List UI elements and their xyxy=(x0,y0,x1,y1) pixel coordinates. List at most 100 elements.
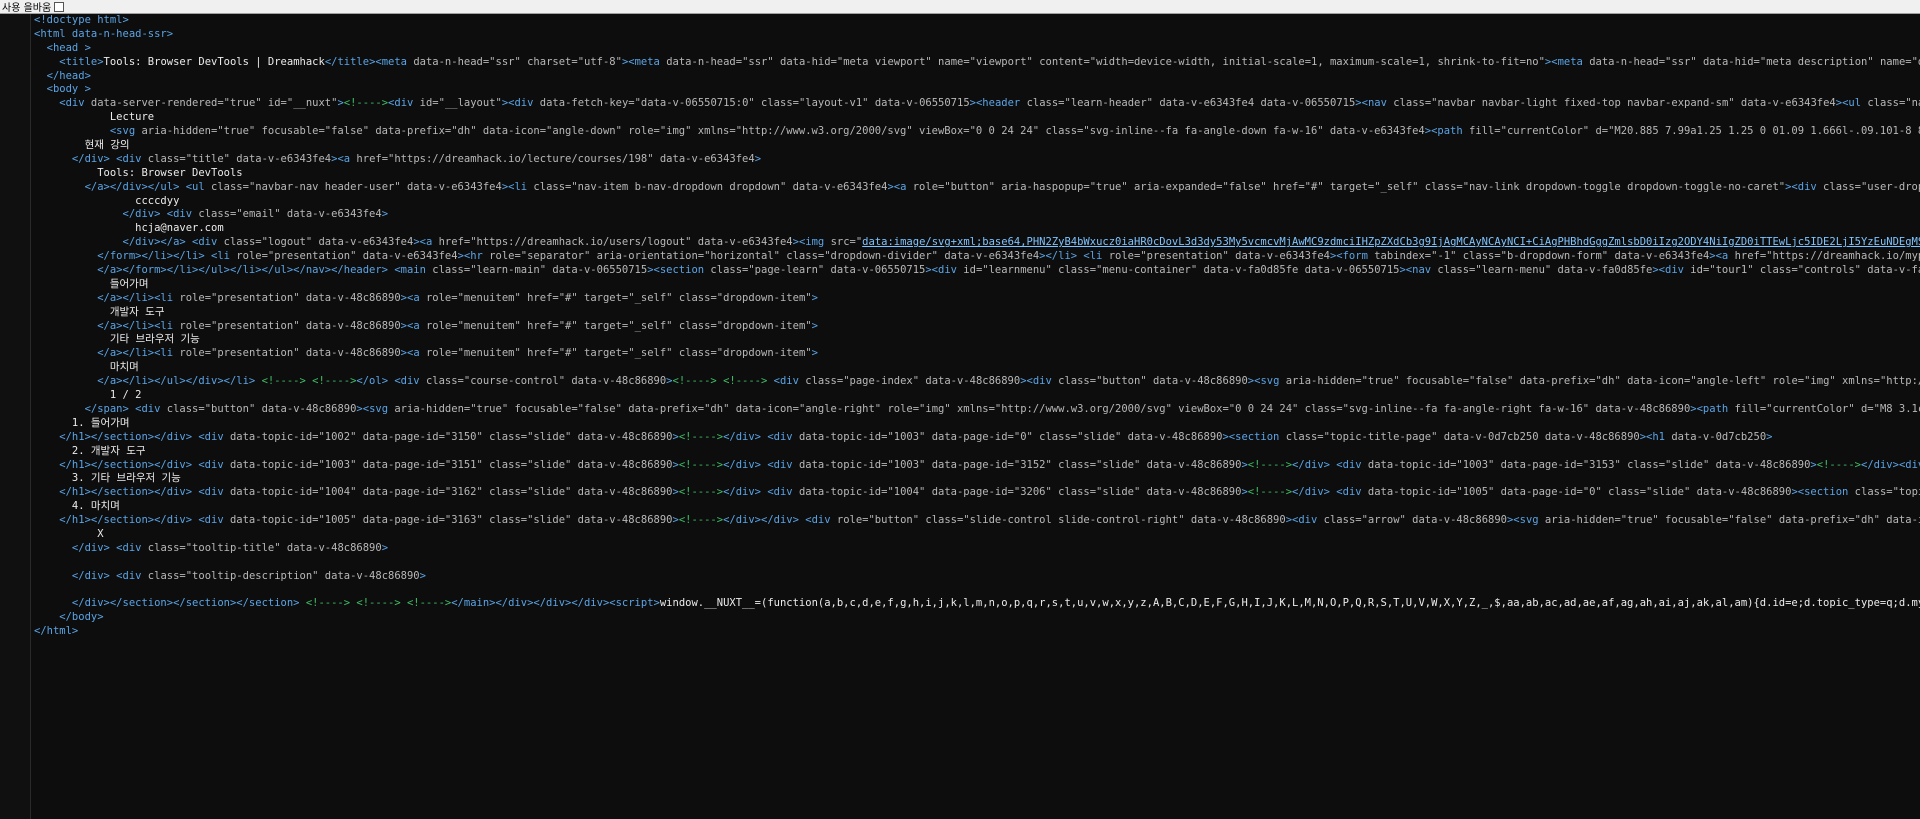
code-token-link[interactable]: data:image/svg+xml;base64,PHN2ZyB4bWxucz… xyxy=(862,236,1920,248)
code-token-tag: ><a xyxy=(400,319,426,332)
code-line[interactable]: 19 </a></form></li></ul></li></ul></nav>… xyxy=(34,264,1920,278)
code-token-text: X xyxy=(34,527,104,540)
code-token-attr: id="tour1" class="controls" data-v-fa0d8… xyxy=(1690,264,1920,277)
code-line[interactable]: 39 </div> <div class="tooltip-title" dat… xyxy=(34,542,1920,556)
code-text: <!doctype html> xyxy=(34,14,1920,28)
code-line[interactable]: 43 </div></section></section></section> … xyxy=(34,597,1920,611)
code-line[interactable]: 4 <title>Tools: Browser DevTools | Dream… xyxy=(34,56,1920,70)
code-line[interactable]: 40 xyxy=(34,556,1920,570)
code-token-com: <!----> xyxy=(1816,458,1862,471)
code-line[interactable]: 3 <head > xyxy=(34,42,1920,56)
code-line[interactable]: 26 마치며 xyxy=(34,361,1920,375)
code-line[interactable]: 45</html> xyxy=(34,625,1920,639)
code-line[interactable]: 23 </a></li><li role="presentation" data… xyxy=(34,320,1920,334)
code-token-text: 마치며 xyxy=(34,361,139,374)
code-token-tag: > xyxy=(811,319,818,332)
code-text: <title>Tools: Browser DevTools | Dreamha… xyxy=(34,56,1920,70)
code-line[interactable]: 10 현재 강의 xyxy=(34,139,1920,153)
code-line[interactable]: 34 3. 기타 브라우저 기능 xyxy=(34,472,1920,486)
code-token-attr: tabindex="-1" class="b-dropdown-form" da… xyxy=(1374,250,1710,263)
code-token-attr: role="presentation" data-v-e6343fe4 xyxy=(1108,250,1330,263)
code-line[interactable]: 22 개발자 도구 xyxy=(34,306,1920,320)
code-token-text: hcja@naver.com xyxy=(34,222,224,235)
code-line[interactable]: 11 </div> <div class="title" data-v-e634… xyxy=(34,153,1920,167)
code-line[interactable]: 24 기타 브라우저 기능 xyxy=(34,333,1920,347)
code-line[interactable]: 20 들어가며 xyxy=(34,278,1920,292)
code-line[interactable]: 17 </div></a> <div class="logout" data-v… xyxy=(34,236,1920,250)
code-line[interactable]: 27 </a></li></ul></div></li> <!----> <!-… xyxy=(34,375,1920,389)
code-line[interactable]: 6 <body > xyxy=(34,83,1920,97)
code-token-text: 기타 브라우저 기능 xyxy=(34,333,200,346)
code-token-com: <!----> xyxy=(343,97,389,110)
code-line[interactable]: 32 2. 개발자 도구 xyxy=(34,445,1920,459)
code-token-tag: ></li> <li xyxy=(1039,250,1109,263)
toolbar-label: 사용 을바움 xyxy=(2,3,52,14)
code-token-text: 개발자 도구 xyxy=(34,305,165,318)
code-line[interactable]: 35 </h1></section></div> <div data-topic… xyxy=(34,486,1920,500)
code-line[interactable]: 16 hcja@naver.com xyxy=(34,222,1920,236)
code-token-tag: </a></li><li xyxy=(34,319,180,332)
code-line[interactable]: 14 ccccdyy xyxy=(34,195,1920,209)
code-text: <head > xyxy=(34,42,1920,56)
code-token-attr: href="https://dreamhack.io/mypage/classr… xyxy=(1734,250,1920,263)
code-token-attr: role="separator" aria-orientation="horiz… xyxy=(489,250,1040,263)
code-line[interactable]: 30 1. 들어가며 xyxy=(34,417,1920,431)
code-token-attr: id="learnmenu" class="menu-container" da… xyxy=(963,264,1400,277)
code-token-tag: </h1></section></div> <div xyxy=(34,430,230,443)
code-line[interactable]: 13 </a></div></ul> <ul class="navbar-nav… xyxy=(34,181,1920,195)
code-token-attr: class="learn-menu" data-v-fa0d85fe xyxy=(1437,264,1653,277)
code-text: hcja@naver.com xyxy=(34,222,1920,236)
code-line[interactable]: 38 X xyxy=(34,528,1920,542)
code-line[interactable]: 18 </form></li></li> <li role="presentat… xyxy=(34,250,1920,264)
code-token-tag: <title> xyxy=(34,55,104,68)
code-line[interactable]: 15 </div> <div class="email" data-v-e634… xyxy=(34,208,1920,222)
code-text: Lecture xyxy=(34,111,1920,125)
code-token-attr: class="tooltip-description" data-v-48c86… xyxy=(147,569,420,582)
code-line[interactable]: 25 </a></li><li role="presentation" data… xyxy=(34,347,1920,361)
code-line[interactable]: 7 <div data-server-rendered="true" id="_… xyxy=(34,97,1920,111)
code-token-text: Lecture xyxy=(34,111,155,124)
code-line[interactable]: 5 </head> xyxy=(34,70,1920,84)
code-line[interactable]: 8 Lecture xyxy=(34,111,1920,125)
code-line[interactable]: 21 </a></li><li role="presentation" data… xyxy=(34,292,1920,306)
code-token-text: 1 / 2 xyxy=(34,389,142,402)
code-token-attr: role="button" class="slide-control slide… xyxy=(836,514,1286,527)
code-token-attr: aria-hidden="true" focusable="false" dat… xyxy=(141,125,1425,138)
code-text: </a></li><li role="presentation" data-v-… xyxy=(34,292,1920,306)
code-line[interactable]: 33 </h1></section></div> <div data-topic… xyxy=(34,459,1920,473)
code-line[interactable]: 41 </div> <div class="tooltip-descriptio… xyxy=(34,570,1920,584)
code-line[interactable]: 28 1 / 2 xyxy=(34,389,1920,403)
code-line[interactable]: 1<!doctype html> xyxy=(34,14,1920,28)
code-token-tag: </ol> <div xyxy=(356,375,426,388)
code-token-tag: ><a xyxy=(413,236,439,249)
code-token-tag: > xyxy=(811,347,818,360)
code-text: <div data-server-rendered="true" id="__n… xyxy=(34,97,1920,111)
code-line[interactable]: 36 4. 마치며 xyxy=(34,500,1920,514)
code-token-tag: ><path xyxy=(1424,125,1470,138)
code-area[interactable]: 1<!doctype html>2<html data-n-head-ssr>3… xyxy=(34,14,1920,819)
code-token-tag: ><div xyxy=(1285,514,1324,527)
code-token-tag: ><nav xyxy=(1355,97,1394,110)
code-token-tag: > xyxy=(1766,430,1773,443)
code-text: Tools: Browser DevTools xyxy=(34,167,1920,181)
code-line[interactable]: 9 <svg aria-hidden="true" focusable="fal… xyxy=(34,125,1920,139)
code-line[interactable]: 42 xyxy=(34,584,1920,598)
code-editor[interactable]: 1<!doctype html>2<html data-n-head-ssr>3… xyxy=(0,14,1920,819)
code-line[interactable]: 46 xyxy=(34,639,1920,653)
code-token-tag: ><section xyxy=(647,264,711,277)
code-token-tag: </div></div> <div xyxy=(723,514,837,527)
code-line[interactable]: 12 Tools: Browser DevTools xyxy=(34,167,1920,181)
code-token-tag: ><nav xyxy=(1399,264,1438,277)
code-line[interactable]: 29 </span> <div class="button" data-v-48… xyxy=(34,403,1920,417)
code-line[interactable]: 44 </body> xyxy=(34,611,1920,625)
code-token-tag: </h1></section></div> <div xyxy=(34,514,230,527)
code-text: <body > xyxy=(34,83,1920,97)
code-token-attr: data-v-0d7cb250 xyxy=(1671,430,1767,443)
code-line[interactable]: 31 </h1></section></div> <div data-topic… xyxy=(34,431,1920,445)
code-token-tag: </title><meta xyxy=(324,55,414,68)
code-token-tag: ><img xyxy=(792,236,831,249)
toolbar-checkbox[interactable] xyxy=(54,1,65,12)
code-line[interactable]: 2<html data-n-head-ssr> xyxy=(34,28,1920,42)
code-line[interactable]: 37 </h1></section></div> <div data-topic… xyxy=(34,514,1920,528)
code-token-attr: fill="currentColor" d="M20.885 7.99a1.25… xyxy=(1469,125,1920,138)
